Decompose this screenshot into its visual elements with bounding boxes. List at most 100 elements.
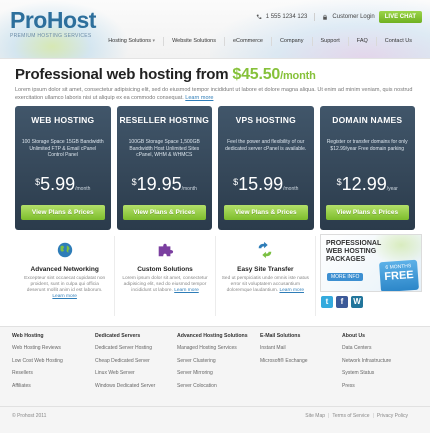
plan-card-domain-names: DOMAIN NAMES Register or transfer domain…	[319, 106, 415, 230]
copyright: © Prohost 2011	[12, 413, 47, 419]
view-plans-button[interactable]: View Plans & Prices	[21, 205, 105, 220]
plan-price: $5.99/month	[15, 174, 111, 195]
divider: |	[328, 413, 330, 419]
footer-link[interactable]: Data Centers	[342, 345, 391, 351]
footer-link[interactable]: Press	[342, 383, 391, 389]
nav-item-company[interactable]: Company	[270, 37, 312, 46]
footer-link[interactable]: Microsoft® Exchange	[260, 358, 308, 364]
footer-heading: Advanced Hosting Solutions	[177, 333, 248, 339]
logo-text: ProHost	[10, 7, 96, 33]
footer-link[interactable]: Linux Web Server	[95, 370, 155, 376]
feature-text: Excepteur sint occaecat cupidatat non pr…	[24, 276, 106, 293]
hero-learn-more-link[interactable]: Learn more	[185, 95, 213, 101]
view-plans-button[interactable]: View Plans & Prices	[122, 205, 206, 220]
header-decoration-right	[210, 0, 430, 58]
privacy-link[interactable]: Privacy Policy	[377, 413, 408, 419]
promo-badge: 6 MONTHS FREE	[378, 259, 420, 291]
footer-link[interactable]: Server Colocation	[177, 383, 248, 389]
footer-link[interactable]: Instant Mail	[260, 345, 308, 351]
plan-amount: 15.99	[238, 174, 284, 194]
divider	[314, 13, 316, 21]
plan-description: Register or transfer domains for only $1…	[326, 139, 408, 152]
promo-banner[interactable]: PROFESSIONAL WEB HOSTING PACKAGES MORE I…	[320, 234, 422, 292]
site-map-link[interactable]: Site Map	[305, 413, 325, 419]
footer-link[interactable]: Network Infrastructure	[342, 358, 391, 364]
plan-title: DOMAIN NAMES	[332, 115, 403, 125]
footer-link[interactable]: Affiliates	[12, 383, 63, 389]
footer-link[interactable]: Windows Dedicated Server	[95, 383, 155, 389]
plan-price: $19.95/month	[117, 174, 213, 195]
feature-learn-more-link[interactable]: Learn more	[279, 288, 304, 293]
plan-amount: 12.99	[341, 174, 387, 194]
divider: |	[372, 413, 374, 419]
plan-currency: $	[131, 177, 137, 187]
footer-link[interactable]: Low Cost Web Hosting	[12, 358, 63, 364]
nav-item-website-solutions[interactable]: Website Solutions	[163, 37, 224, 46]
footer-links: Web Hosting Web Hosting Reviews Low Cost…	[0, 326, 430, 407]
nav-item-ecommerce[interactable]: eCommerce	[224, 37, 271, 46]
promo-line: PROFESSIONAL	[326, 240, 382, 247]
facebook-icon[interactable]: f	[336, 296, 348, 308]
footer-column-email-solutions: E-Mail Solutions Instant Mail Microsoft®…	[260, 333, 308, 370]
footer-link[interactable]: Resellers	[12, 370, 63, 376]
hero-price-period: /month	[280, 70, 316, 82]
live-chat-button[interactable]: LIVE CHAT	[378, 11, 422, 23]
plan-period: /month	[75, 186, 91, 192]
plan-card-reseller-hosting: RESELLER HOSTING 100GB Storage Space 1,5…	[116, 106, 213, 230]
phone-number: 1 555 1234 123	[265, 14, 308, 20]
feature-description: Excepteur sint occaecat cupidatat non pr…	[21, 276, 108, 300]
nav-item-contact-us[interactable]: Contact Us	[375, 37, 420, 46]
customer-login-link[interactable]: Customer Login	[332, 14, 374, 20]
plan-card-vps-hosting: VPS HOSTING Feel the power and flexibili…	[218, 106, 314, 230]
footer-link[interactable]: Cheap Dedicated Server	[95, 358, 155, 364]
feature-custom-solutions: Custom Solutions Lorem ipsum dolor sit a…	[114, 236, 214, 316]
footer-column-advanced-hosting: Advanced Hosting Solutions Managed Hosti…	[177, 333, 248, 395]
plan-card-web-hosting: WEB HOSTING 100 Storage Space 15GB Bandw…	[15, 106, 111, 230]
plan-amount: 5.99	[40, 174, 76, 194]
footer-link[interactable]: Dedicated Server Hosting	[95, 345, 155, 351]
plan-description: 100GB Storage Space 1,500GB Bandwidth Ho…	[128, 139, 200, 158]
promo-more-info-button[interactable]: MORE INFO	[327, 273, 364, 281]
puzzle-icon	[121, 240, 208, 260]
footer-link[interactable]: Web Hosting Reviews	[12, 345, 63, 351]
nav-item-hosting-solutions[interactable]: Hosting Solutions ▾	[100, 37, 163, 46]
feature-advanced-networking: Advanced Networking Excepteur sint occae…	[15, 236, 114, 316]
footer-heading: E-Mail Solutions	[260, 333, 301, 339]
logo[interactable]: ProHost PREMIUM HOSTING SERVICES	[10, 7, 96, 39]
hero-title-text: Professional web hosting from	[15, 66, 233, 83]
footer-link[interactable]: System Status	[342, 370, 391, 376]
footer-link[interactable]: Server Mirroring	[177, 370, 248, 376]
feature-description: Sed ut perspiciatis unde omnis iste natu…	[222, 276, 309, 294]
plan-description: 100 Storage Space 15GB Bandwidth Unlimit…	[21, 139, 104, 158]
footer-link[interactable]: Managed Hosting Services	[177, 345, 248, 351]
plans-row: WEB HOSTING 100 Storage Space 15GB Bandw…	[15, 106, 415, 230]
footer-heading: About Us	[342, 333, 366, 339]
topbar: 1 555 1234 123 Customer Login LIVE CHAT	[256, 11, 422, 23]
phone-icon	[256, 14, 262, 19]
feature-learn-more-link[interactable]: Learn more	[174, 288, 199, 293]
twitter-icon[interactable]: t	[321, 296, 333, 308]
globe-icon	[21, 240, 108, 260]
hero-section: Professional web hosting from $45.50/mon…	[15, 66, 420, 102]
plan-period: /month	[181, 186, 197, 192]
promo-line: PACKAGES	[326, 256, 366, 263]
plan-period: /year	[386, 186, 398, 192]
feature-title: Easy Site Transfer	[237, 266, 294, 273]
promo-line: WEB HOSTING	[326, 248, 377, 255]
view-plans-button[interactable]: View Plans & Prices	[224, 205, 308, 220]
nav-item-support[interactable]: Support	[311, 37, 348, 46]
hero-text: Lorem ipsum dolor sit amet, consectetur …	[15, 87, 413, 101]
footer-link[interactable]: Server Clustering	[177, 358, 248, 364]
feature-title: Advanced Networking	[30, 266, 99, 273]
footer-bottom-links: Site Map | Terms of Service | Privacy Policy	[305, 413, 408, 419]
terms-link[interactable]: Terms of Service	[332, 413, 369, 419]
wordpress-icon[interactable]: W	[351, 296, 363, 308]
logo-tagline: PREMIUM HOSTING SERVICES	[10, 33, 92, 39]
feature-learn-more-link[interactable]: Learn more	[52, 294, 77, 299]
hero-price: $45.50	[232, 66, 281, 83]
plan-description: Feel the power and flexibility of our de…	[225, 139, 307, 152]
plan-price: $15.99/month	[218, 174, 314, 195]
view-plans-button[interactable]: View Plans & Prices	[325, 205, 409, 220]
nav-item-faq[interactable]: FAQ	[347, 37, 376, 46]
features-row: Advanced Networking Excepteur sint occae…	[15, 236, 316, 316]
